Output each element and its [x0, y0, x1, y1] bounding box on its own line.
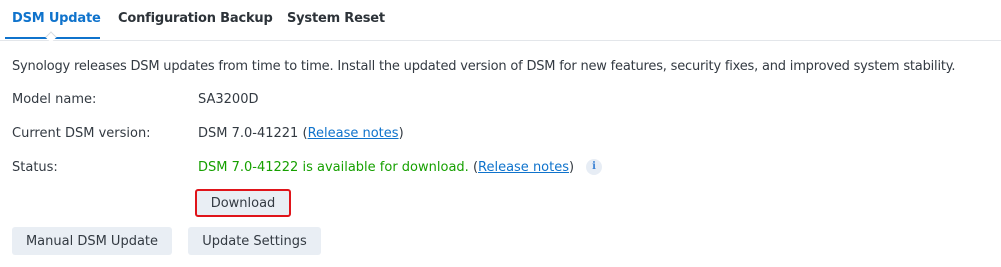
- close-paren: ): [569, 160, 575, 175]
- info-icon[interactable]: i: [586, 159, 602, 175]
- tab-system-reset[interactable]: System Reset: [287, 11, 385, 26]
- tab-dsm-update[interactable]: DSM Update: [12, 11, 101, 26]
- current-version-label: Current DSM version:: [12, 126, 151, 141]
- current-version-row: DSM 7.0-41221 (Release notes): [198, 126, 404, 141]
- manual-dsm-update-button[interactable]: Manual DSM Update: [12, 227, 172, 255]
- update-settings-button[interactable]: Update Settings: [188, 227, 321, 255]
- current-version-value: DSM 7.0-41221: [198, 126, 299, 141]
- status-value: DSM 7.0-41222 is available for download.: [198, 160, 469, 175]
- status-row: DSM 7.0-41222 is available for download.…: [198, 160, 574, 175]
- tab-bar: DSM Update Configuration Backup System R…: [0, 0, 1001, 43]
- active-tab-caret: [45, 31, 57, 43]
- tab-configuration-backup[interactable]: Configuration Backup: [118, 11, 273, 26]
- update-description: Synology releases DSM updates from time …: [12, 59, 956, 74]
- new-release-notes-link[interactable]: Release notes: [478, 160, 569, 175]
- current-release-notes-link[interactable]: Release notes: [308, 126, 399, 141]
- close-paren: ): [398, 126, 404, 141]
- status-label: Status:: [12, 160, 58, 175]
- download-button[interactable]: Download: [195, 189, 291, 217]
- model-name-value: SA3200D: [198, 92, 259, 107]
- model-name-label: Model name:: [12, 92, 97, 107]
